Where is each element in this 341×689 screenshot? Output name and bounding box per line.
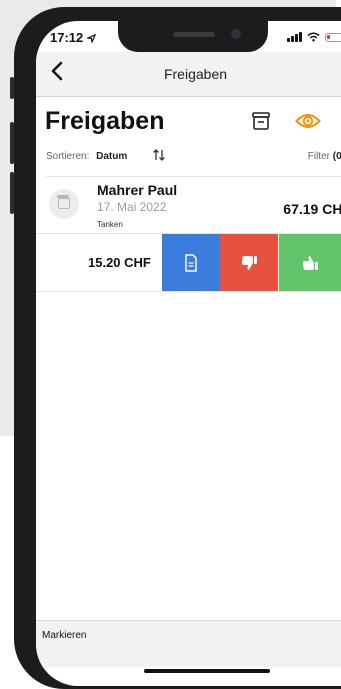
swiped-list-item[interactable]: 15.20 CHF [36, 234, 341, 291]
filter-control[interactable]: Filter (0) [308, 151, 341, 162]
signal-icon [287, 32, 302, 42]
status-time: 17:12 [50, 30, 97, 45]
volume-up-button [10, 122, 14, 164]
location-arrow-icon [85, 33, 97, 45]
bottom-toolbar [36, 620, 341, 667]
nav-title: Freigaben [163, 66, 228, 82]
swipe-item-amount: 15.20 CHF [88, 255, 151, 270]
volume-down-button [10, 172, 14, 214]
divider [46, 176, 341, 177]
divider [36, 291, 341, 292]
item-name: Mahrer Paul [97, 182, 178, 198]
page-title: Freigaben [45, 107, 165, 135]
sort-control[interactable]: Sortieren: Datum [46, 151, 127, 162]
thumbs-up-icon [303, 255, 318, 270]
camera [231, 29, 241, 39]
status-time-text: 17:12 [50, 30, 84, 45]
mark-button[interactable]: Markieren [42, 630, 86, 641]
sort-value[interactable]: Datum [96, 151, 127, 162]
archive-box-icon [49, 189, 79, 219]
filter-count: (0) [332, 151, 341, 162]
filter-label: Filter [307, 151, 330, 162]
document-action-button[interactable] [162, 234, 220, 291]
eye-icon[interactable] [295, 111, 321, 136]
item-amount: 67.19 CHF [283, 201, 341, 217]
thumbs-down-icon [242, 255, 257, 270]
archive-box-icon[interactable] [251, 111, 271, 136]
speaker [173, 32, 215, 37]
notch [118, 21, 268, 52]
document-icon [185, 253, 197, 272]
home-indicator[interactable] [144, 669, 270, 673]
wifi-icon [307, 32, 320, 42]
battery-icon [325, 32, 341, 42]
status-icons [287, 32, 341, 42]
sort-label: Sortieren: [46, 151, 90, 162]
mute-switch [10, 77, 14, 99]
item-category: Tanken [97, 220, 123, 229]
approve-action-button[interactable] [279, 234, 341, 291]
phone-screen: 17:12 Freigaben Freigaben Sortieren: Dat… [36, 21, 341, 686]
navigation-bar: Freigaben [36, 52, 341, 97]
sort-arrows-icon[interactable] [152, 148, 166, 165]
item-date: 17. Mai 2022 [97, 200, 167, 214]
reject-action-button[interactable] [220, 234, 278, 291]
